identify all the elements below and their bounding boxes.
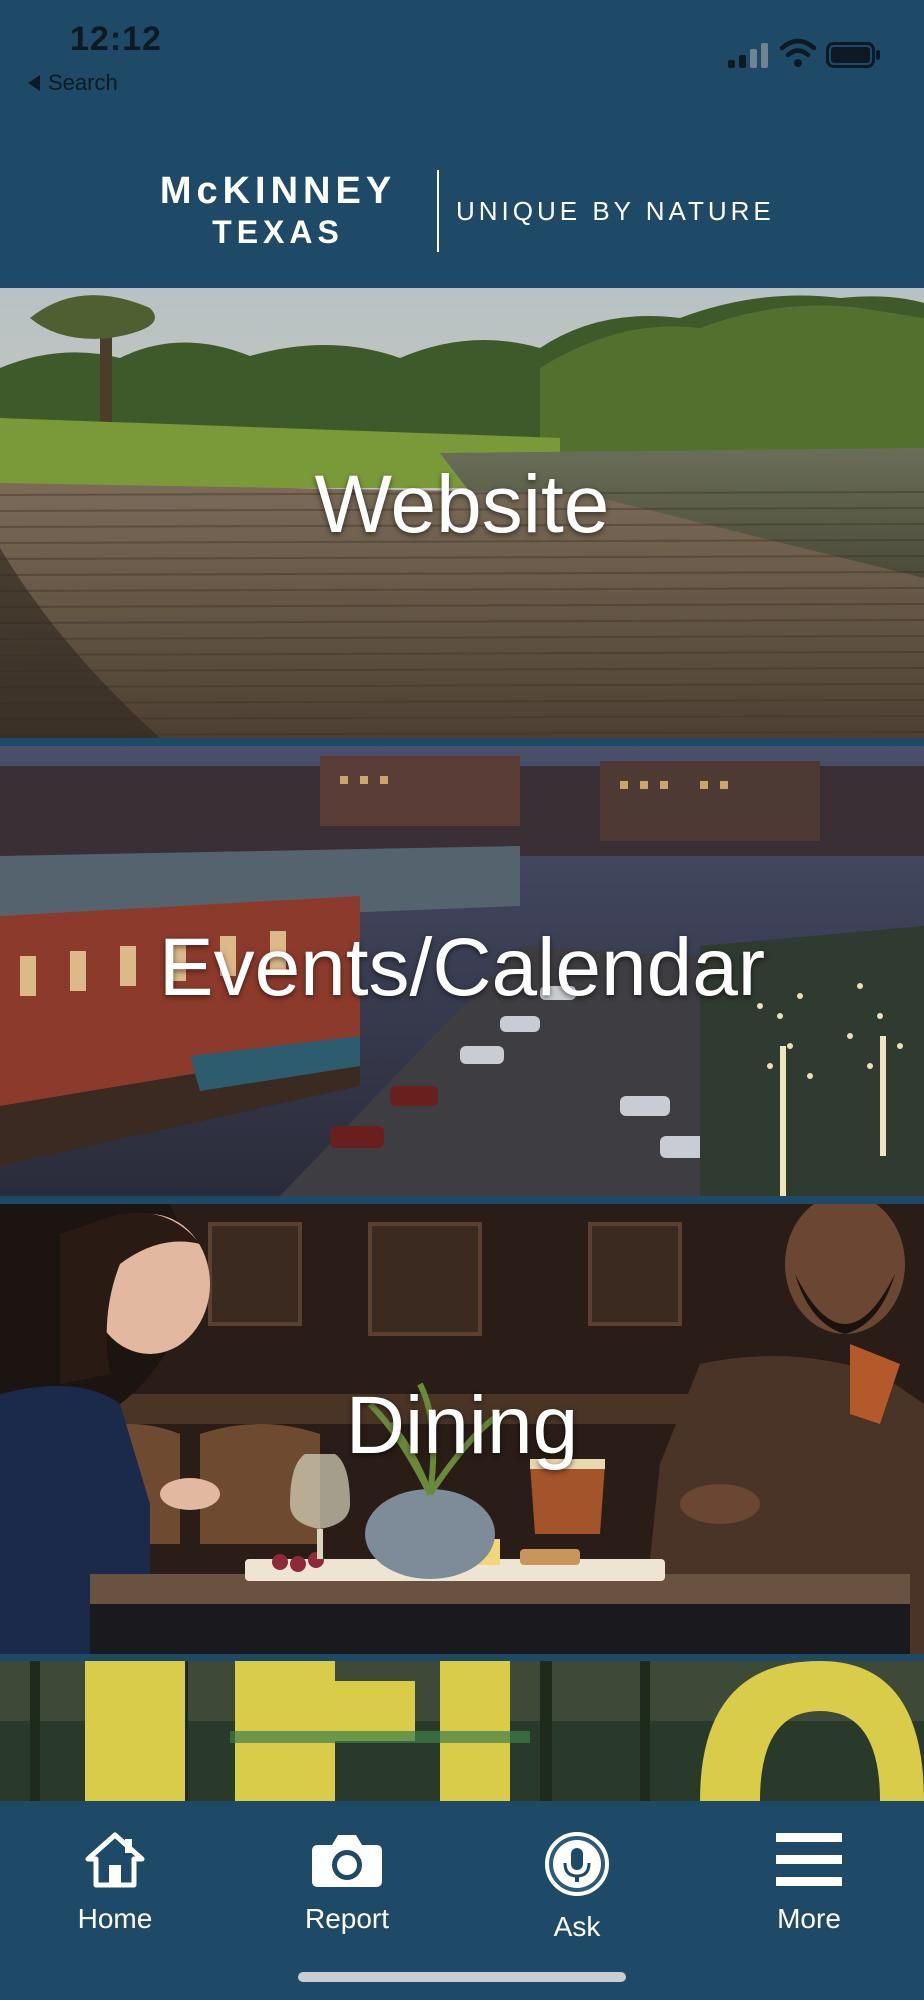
events-calendar-tile[interactable]: Events/Calendar [0, 746, 924, 1196]
back-to-search-link[interactable]: Search [28, 70, 118, 96]
tab-home-label: Home [77, 1903, 153, 1934]
back-arrow-icon [28, 75, 40, 91]
events-calendar-label: Events/Calendar [158, 922, 766, 1013]
status-bar: 12:12 Search [0, 0, 924, 110]
tab-report[interactable]: Report [267, 1831, 427, 1935]
tab-more-label: More [777, 1903, 841, 1934]
tab-report-label: Report [304, 1903, 390, 1934]
logo-city: McKINNEY [159, 170, 397, 212]
logo-state: TEXAS [212, 214, 344, 250]
wifi-icon [780, 38, 816, 67]
home-icon [85, 1832, 145, 1888]
status-time: 12:12 [70, 20, 162, 58]
logo-divider [437, 170, 439, 252]
logo-tagline: UNIQUE BY NATURE [456, 196, 775, 226]
website-tile[interactable]: Website [0, 288, 924, 738]
back-search-label: Search [48, 70, 118, 95]
unique-sign-image [0, 1661, 924, 1801]
battery-icon [826, 42, 880, 68]
website-label: Website [314, 459, 610, 550]
dining-tile[interactable]: Dining [0, 1204, 924, 1654]
camera-icon [312, 1835, 382, 1887]
mckinney-logo: McKINNEY TEXAS [140, 170, 416, 252]
home-indicator[interactable] [298, 1972, 626, 1982]
tab-more[interactable]: More [729, 1831, 889, 1935]
tab-ask[interactable]: Ask [497, 1831, 657, 1943]
bottom-tab-bar: Home Report Ask More [0, 1801, 924, 2000]
tab-home[interactable]: Home [35, 1831, 195, 1935]
menu-icon [776, 1833, 842, 1886]
dining-label: Dining [345, 1380, 579, 1471]
unique-sign-tile[interactable] [0, 1661, 924, 1801]
tab-ask-label: Ask [553, 1911, 601, 1942]
microphone-icon [545, 1832, 609, 1896]
cellular-signal-icon [728, 42, 772, 68]
logo-header: McKINNEY TEXAS UNIQUE BY NATURE [0, 110, 924, 288]
